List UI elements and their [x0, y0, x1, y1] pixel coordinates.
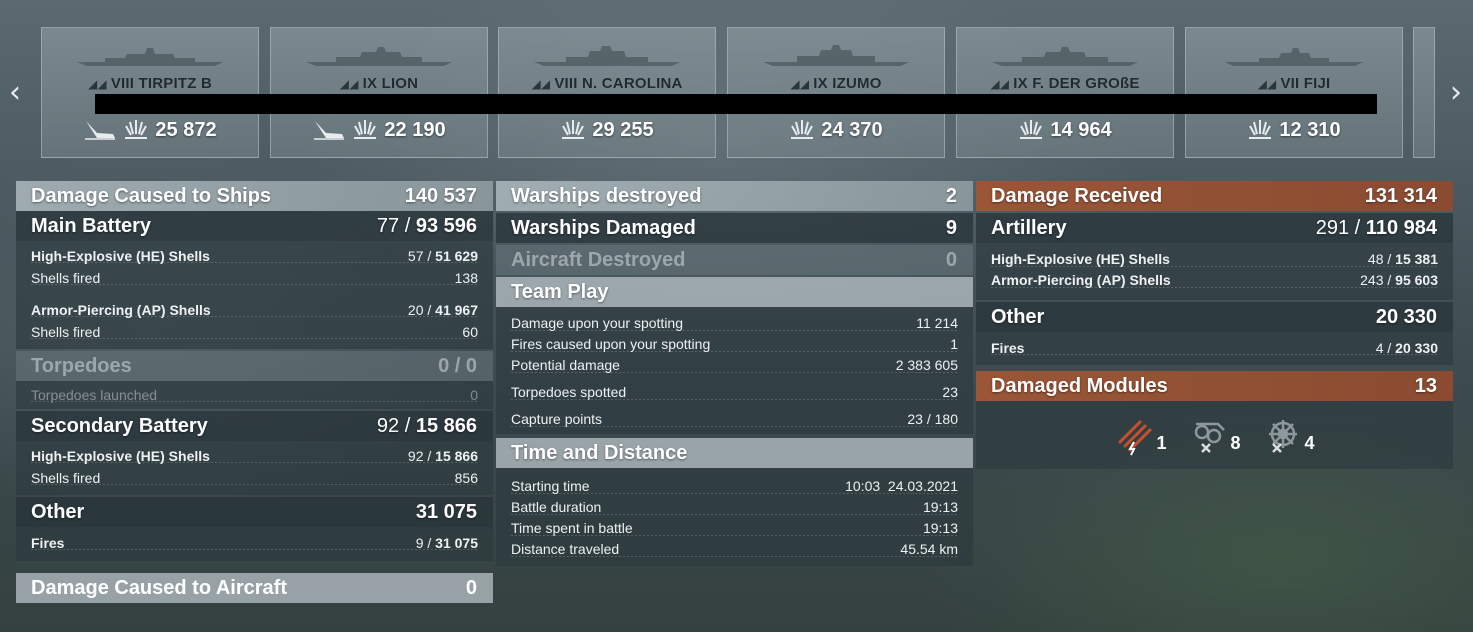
battleship-class-icon: ◢◢ — [531, 77, 551, 91]
secondary-battery-header: Secondary Battery 92 / 15 866 — [16, 411, 493, 441]
torpedo-tubes-module: 1 — [1114, 416, 1166, 456]
ship-card[interactable]: ◢◢ VIII N. CAROLINA 29 255 — [498, 27, 716, 158]
ship-damage-value: 12 310 — [1279, 118, 1341, 141]
ship-name: ◢◢ IX F. DER GROßE — [990, 75, 1140, 92]
engine-icon — [1195, 422, 1226, 453]
ship-silhouette-icon — [77, 48, 223, 66]
ship-name: ◢◢ VIII TIRPITZ B — [87, 75, 212, 92]
redaction-bar — [95, 94, 1377, 114]
ship-card[interactable]: ◢◢ VII FIJI 12 310 — [1185, 27, 1403, 158]
potential-damage-row: Potential damage 2 383 605 — [511, 355, 958, 376]
damage-caused-to-aircraft-header: Damage Caused to Aircraft 0 — [16, 573, 493, 603]
secondary-shells-fired-row: Shells fired 856 — [31, 467, 478, 489]
main-battery-header: Main Battery 77 / 93 596 — [16, 211, 493, 241]
ap-shells-fired-row: Shells fired 60 — [31, 321, 478, 343]
damage-icon — [562, 120, 585, 139]
battleship-class-icon: ◢◢ — [990, 77, 1010, 91]
engine-module: 8 — [1188, 416, 1241, 456]
damage-caused-panel: Damage Caused to Ships 140 537 Main Batte… — [16, 181, 493, 603]
battleship-class-icon: ◢◢ — [339, 77, 359, 91]
damage-caused-to-ships-header: Damage Caused to Ships 140 537 — [16, 181, 493, 211]
damage-icon — [354, 120, 377, 139]
torpedoes-details: Torpedoes launched 0 — [16, 381, 493, 409]
distance-traveled-row: Distance traveled 45.54 km — [511, 539, 958, 560]
torpedoes-header: Torpedoes 0 / 0 — [16, 351, 493, 381]
artillery-header: Artillery 291 / 110 984 — [976, 213, 1453, 243]
ship-name: ◢◢ VIII N. CAROLINA — [531, 75, 683, 92]
damage-received-header: Damage Received 131 314 — [976, 181, 1453, 211]
spotting-fires-row: Fires caused upon your spotting 1 — [511, 334, 958, 355]
steering-gear-icon — [1268, 420, 1297, 453]
other-details: Fires 9 / 31 075 — [16, 527, 493, 561]
ship-card[interactable]: ◢◢ IX F. DER GROßE 14 964 — [956, 27, 1174, 158]
other-header: Other 31 075 — [16, 497, 493, 527]
steering-gear-module: 4 — [1263, 416, 1315, 456]
damage-icon — [1249, 120, 1272, 139]
torpedo-tubes-icon — [1118, 420, 1152, 456]
secondary-battery-details: High-Explosive (HE) Shells 92 / 15 866 Sh… — [16, 441, 493, 495]
cruiser-class-icon: ◢◢ — [1257, 77, 1277, 91]
aircraft-destroyed-header: Aircraft Destroyed 0 — [496, 245, 973, 275]
ship-silhouette-icon — [534, 46, 680, 66]
spotting-damage-row: Damage upon your spotting 11 214 — [511, 313, 958, 334]
ap-shells-row: Armor-Piercing (AP) Shells 20 / 41 967 — [31, 299, 478, 321]
battle-results-panel: Warships destroyed 2 Warships Damaged 9 Ai… — [496, 181, 973, 566]
battleship-class-icon: ◢◢ — [87, 77, 107, 91]
battleship-class-icon: ◢◢ — [790, 77, 810, 91]
ship-name: ◢◢ IX IZUMO — [790, 75, 882, 92]
starting-time-row: Starting time 10:03 24.03.2021 — [511, 476, 958, 497]
carousel-prev-button[interactable]: ‹ — [4, 76, 26, 110]
warships-destroyed-header: Warships destroyed 2 — [496, 181, 973, 211]
ship-damage-value: 25 872 — [155, 118, 217, 141]
he-shells-row: High-Explosive (HE) Shells 57 / 51 629 — [31, 245, 478, 267]
damage-icon — [1020, 120, 1043, 139]
damage-icon — [791, 120, 814, 139]
main-battery-details: High-Explosive (HE) Shells 57 / 51 629 Sh… — [16, 241, 493, 349]
he-shells-fired-row: Shells fired 138 — [31, 267, 478, 289]
time-spent-row: Time spent in battle 19:13 — [511, 518, 958, 539]
capture-points-row: Capture points 23 / 180 — [511, 409, 958, 430]
ship-silhouette-icon — [992, 47, 1138, 66]
torpedoes-launched-row: Torpedoes launched 0 — [31, 384, 478, 406]
damage-received-panel: Damage Received 131 314 Artillery 291 / 1… — [976, 181, 1453, 469]
torpedoes-spotted-row: Torpedoes spotted 23 — [511, 382, 958, 403]
ship-silhouette-icon — [306, 47, 452, 66]
carousel-next-button[interactable]: › — [1445, 76, 1467, 110]
damage-icon — [125, 120, 148, 139]
torpedo-hit-icon — [85, 121, 116, 140]
ship-damage-value: 24 370 — [821, 118, 883, 141]
ship-damage-value: 14 964 — [1050, 118, 1112, 141]
battle-duration-row: Battle duration 19:13 — [511, 497, 958, 518]
ship-card[interactable]: ◢◢ IX LION 22 190 — [270, 27, 488, 158]
received-other-header: Other 20 330 — [976, 302, 1453, 332]
team-play-header: Team Play — [496, 277, 973, 307]
damaged-modules-header: Damaged Modules 13 — [976, 371, 1453, 401]
ship-damage-value: 22 190 — [384, 118, 446, 141]
ship-card[interactable]: ◢◢ IX IZUMO 24 370 — [727, 27, 945, 158]
team-play-details: Damage upon your spotting 11 214 Fires ca… — [496, 307, 973, 434]
ship-damage-value: 29 255 — [592, 118, 654, 141]
ship-card-partial[interactable] — [1413, 27, 1435, 158]
warships-damaged-header: Warships Damaged 9 — [496, 213, 973, 243]
received-ap-row: Armor-Piercing (AP) Shells 243 / 95 603 — [991, 270, 1438, 291]
ship-silhouette-icon — [1225, 48, 1363, 66]
received-other-details: Fires 4 / 20 330 — [976, 332, 1453, 365]
ship-name: ◢◢ VII FIJI — [1257, 75, 1331, 92]
received-fires-row: Fires 4 / 20 330 — [991, 337, 1438, 359]
ship-name: ◢◢ IX LION — [339, 75, 419, 92]
time-and-distance-details: Starting time 10:03 24.03.2021 Battle dur… — [496, 468, 973, 566]
ship-silhouette-icon — [763, 45, 909, 66]
damaged-modules-details: 1 8 4 — [976, 401, 1453, 469]
ship-card[interactable]: ◢◢ VIII TIRPITZ B 25 872 — [41, 27, 259, 158]
received-he-row: High-Explosive (HE) Shells 48 / 15 381 — [991, 249, 1438, 270]
fires-row: Fires 9 / 31 075 — [31, 532, 478, 554]
artillery-details: High-Explosive (HE) Shells 48 / 15 381 Ar… — [976, 243, 1453, 300]
time-and-distance-header: Time and Distance — [496, 438, 973, 468]
torpedo-hit-icon — [314, 121, 345, 140]
secondary-he-row: High-Explosive (HE) Shells 92 / 15 866 — [31, 445, 478, 467]
